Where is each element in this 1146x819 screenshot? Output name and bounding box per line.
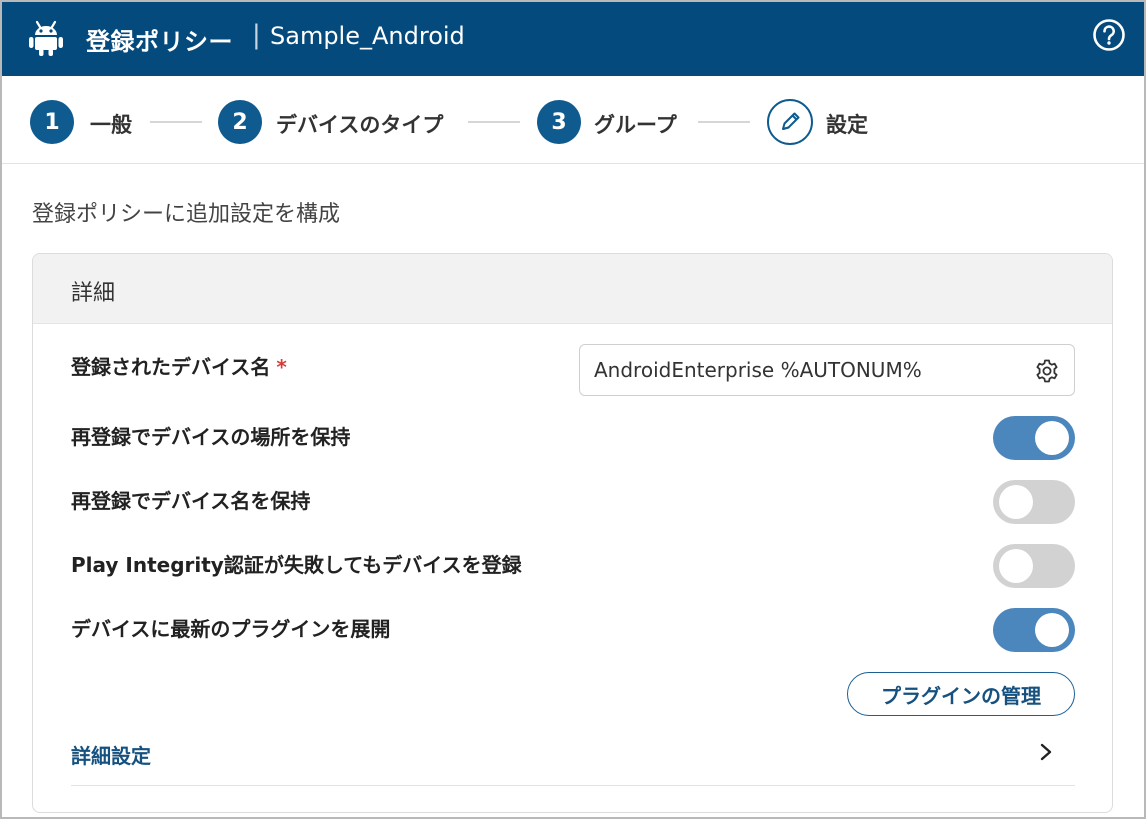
step-1-label[interactable]: 一般 — [90, 109, 132, 139]
help-circle-icon[interactable] — [1092, 18, 1126, 52]
step-1-circle[interactable]: 1 — [30, 100, 74, 144]
page-title: 登録ポリシー — [86, 28, 233, 56]
device-name-field[interactable]: AndroidEnterprise %AUTONUM% — [579, 344, 1075, 396]
keep-location-label: 再登録でデバイスの場所を保持 — [71, 425, 351, 449]
step-connector — [698, 121, 750, 123]
details-card: 詳細 登録されたデバイス名 * AndroidEnterprise %AUTONU… — [32, 253, 1113, 813]
step-2-label[interactable]: デバイスのタイプ — [276, 109, 443, 139]
toggle-knob — [999, 549, 1033, 583]
step-2-circle[interactable]: 2 — [218, 100, 262, 144]
gear-icon[interactable] — [1034, 358, 1060, 384]
step-connector — [468, 121, 520, 123]
manage-plugins-button[interactable]: プラグインの管理 — [847, 672, 1075, 716]
wizard-stepper: 1 一般 2 デバイスのタイプ 3 グループ 設定 — [2, 76, 1144, 164]
card-title: 詳細 — [71, 281, 116, 306]
keep-location-toggle[interactable] — [993, 416, 1075, 460]
deploy-plugin-toggle[interactable] — [993, 608, 1075, 652]
required-marker: * — [276, 355, 287, 379]
title-separator: | — [252, 20, 261, 50]
step-connector — [150, 121, 202, 123]
toggle-knob — [999, 485, 1033, 519]
play-integrity-label: Play Integrity認証が失敗してもデバイスを登録 — [71, 553, 522, 577]
app-header: 登録ポリシー | Sample_Android — [2, 2, 1144, 76]
step-3-label[interactable]: グループ — [594, 109, 677, 139]
intro-text: 登録ポリシーに追加設定を構成 — [32, 202, 341, 227]
policy-name: Sample_Android — [270, 22, 465, 50]
card-header: 詳細 — [33, 254, 1112, 324]
chevron-right-icon[interactable] — [1037, 742, 1055, 762]
step-4-label[interactable]: 設定 — [826, 109, 868, 139]
advanced-settings-label[interactable]: 詳細設定 — [71, 740, 151, 769]
advanced-settings-row[interactable]: 詳細設定 — [71, 730, 1075, 786]
play-integrity-toggle[interactable] — [993, 544, 1075, 588]
device-name-value[interactable]: AndroidEnterprise %AUTONUM% — [594, 358, 922, 382]
step-3-circle[interactable]: 3 — [537, 100, 581, 144]
toggle-knob — [1035, 613, 1069, 647]
device-name-label-text: 登録されたデバイス名 — [71, 355, 271, 379]
keep-device-name-label: 再登録でデバイス名を保持 — [71, 489, 311, 513]
keep-device-name-toggle[interactable] — [993, 480, 1075, 524]
android-icon — [29, 20, 63, 56]
app-window: 登録ポリシー | Sample_Android 1 一般 2 デバイスのタイプ … — [0, 0, 1146, 819]
device-name-label: 登録されたデバイス名 * — [71, 351, 287, 380]
step-4-circle[interactable] — [767, 99, 813, 145]
deploy-plugin-label: デバイスに最新のプラグインを展開 — [71, 617, 391, 641]
pencil-icon — [782, 112, 800, 130]
toggle-knob — [1035, 421, 1069, 455]
